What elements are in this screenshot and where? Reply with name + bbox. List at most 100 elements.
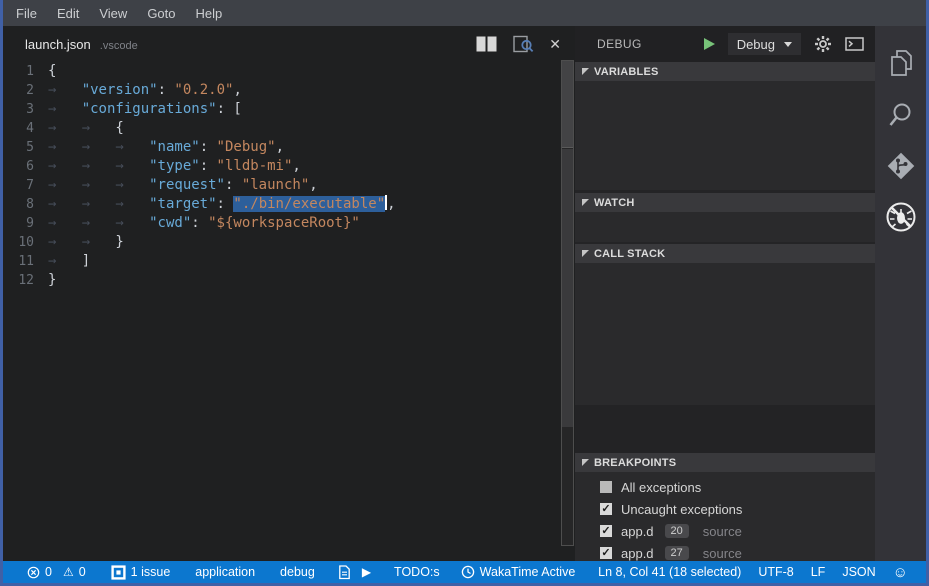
code-token: , [233,82,241,98]
code-token: : [200,139,217,155]
close-icon[interactable]: ✕ [549,37,561,51]
code-line[interactable]: 7→→→"request": "launch", [3,176,555,195]
feedback-smiley-icon[interactable]: ☺ [893,565,908,580]
section-watch[interactable]: WATCH [575,193,875,212]
breakpoint-detail: source [703,546,742,561]
tab-whitespace-icon: → [82,233,116,252]
tab-whitespace-icon: → [115,157,149,176]
menu-view[interactable]: View [96,6,138,21]
error-count[interactable]: 0 [27,565,52,579]
status-bar: 0 ⚠ 0 1 issue application debug ▶ [3,561,926,583]
file-status-button[interactable] [338,565,351,580]
code-line[interactable]: 2→"version": "0.2.0", [3,81,555,100]
tab-whitespace-icon: → [115,214,149,233]
scrollbar-thumb[interactable] [562,61,573,148]
issues-status[interactable]: 1 issue [111,565,171,580]
run-button[interactable]: ▶ [362,566,371,578]
menu-goto[interactable]: Goto [144,6,186,21]
code-token: { [48,63,56,79]
breakpoints-body: All exceptionsUncaught exceptionsapp.d20… [575,472,875,561]
panel-empty-space [575,405,875,453]
tab-launch-json[interactable]: launch.json .vscode [25,37,138,52]
breakpoint-detail: source [703,524,742,539]
menu-help[interactable]: Help [193,6,234,21]
code-token: "target" [149,196,216,212]
code-line[interactable]: 8→→→"target": "./bin/executable", [3,195,555,214]
code-token: } [48,272,56,288]
code-token: "lldb-mi" [217,158,293,174]
line-number: 3 [3,100,48,119]
open-preview-icon[interactable] [512,35,534,54]
tab-whitespace-icon: → [82,157,116,176]
menu-file[interactable]: File [13,6,48,21]
code-line[interactable]: 6→→→"type": "lldb-mi", [3,157,555,176]
tab-whitespace-icon: → [82,119,116,138]
menu-edit[interactable]: Edit [54,6,90,21]
section-breakpoints[interactable]: BREAKPOINTS [575,453,875,472]
debug-toolbar: DEBUG Debug [575,26,875,62]
eol-indicator[interactable]: LF [811,565,826,579]
checkbox-checked[interactable] [600,503,612,515]
debug-disabled-icon[interactable] [875,191,926,242]
tab-whitespace-icon: → [115,195,149,214]
section-call-stack[interactable]: CALL STACK [575,244,875,263]
line-number: 11 [3,252,48,271]
breakpoint-item[interactable]: app.d20source [575,520,875,542]
code-line[interactable]: 11→] [3,252,555,271]
tab-whitespace-icon: → [48,176,82,195]
error-icon [27,566,40,579]
tab-whitespace-icon: → [48,214,82,233]
activity-bar [875,26,926,561]
selected-text: "./bin/executable" [233,196,385,212]
warning-icon: ⚠ [63,566,74,578]
breakpoint-item[interactable]: app.d27source [575,542,875,561]
code-token: , [276,139,284,155]
debug-console-icon[interactable] [845,36,865,52]
collapse-triangle-icon [582,199,589,206]
editor-scrollbar[interactable] [561,60,574,546]
issues-icon [111,565,126,580]
code-line[interactable]: 3→"configurations": [ [3,100,555,119]
vscode-window: File Edit View Goto Help launch.json .vscode… [0,0,929,586]
code-token: "0.2.0" [174,82,233,98]
todos-status[interactable]: TODO:s [394,565,440,579]
breakpoint-item[interactable]: All exceptions [575,476,875,498]
collapse-triangle-icon [582,250,589,257]
source-control-icon[interactable] [875,140,926,191]
tab-filename: launch.json [25,37,91,52]
warning-count[interactable]: ⚠ 0 [63,565,86,579]
collapse-triangle-icon [582,459,589,466]
checkbox-unchecked[interactable] [600,481,612,493]
checkbox-checked[interactable] [600,525,612,537]
start-debug-icon[interactable] [704,38,715,50]
files-icon[interactable] [875,38,926,89]
wakatime-status[interactable]: WakaTime Active [461,565,576,579]
encoding-indicator[interactable]: UTF-8 [758,565,793,579]
code-token: "request" [149,177,225,193]
code-line[interactable]: 5→→→"name": "Debug", [3,138,555,157]
tab-whitespace-icon: → [48,195,82,214]
debug-config-dropdown[interactable]: Debug [728,33,801,55]
checkbox-checked[interactable] [600,547,612,559]
gear-icon[interactable] [814,35,832,53]
cursor-position[interactable]: Ln 8, Col 41 (18 selected) [598,565,741,579]
code-line[interactable]: 10→→} [3,233,555,252]
section-variables[interactable]: VARIABLES [575,62,875,81]
code-line[interactable]: 12} [3,271,555,290]
code-editor[interactable]: 1{2→"version": "0.2.0",3→"configurations… [3,62,555,561]
split-editor-icon[interactable] [476,36,497,52]
code-line[interactable]: 9→→→"cwd": "${workspaceRoot}" [3,214,555,233]
code-token: "launch" [242,177,309,193]
application-target[interactable]: application [195,565,255,579]
breakpoint-item[interactable]: Uncaught exceptions [575,498,875,520]
code-line[interactable]: 4→→{ [3,119,555,138]
search-icon[interactable] [875,89,926,140]
tab-whitespace-icon: → [82,138,116,157]
tab-whitespace-icon: → [48,100,82,119]
build-mode[interactable]: debug [280,565,315,579]
code-line[interactable]: 1{ [3,62,555,81]
call-stack-body [575,263,875,405]
tab-whitespace-icon: → [115,138,149,157]
language-mode[interactable]: JSON [842,565,875,579]
code-token: : [158,82,175,98]
